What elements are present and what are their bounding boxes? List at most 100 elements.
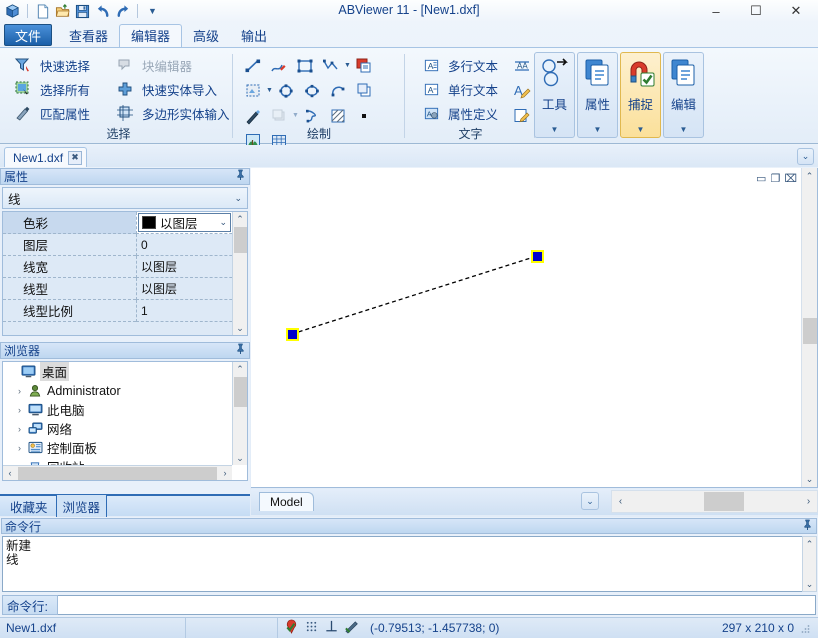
object-type-combo[interactable]: 线 ⌄: [2, 187, 248, 209]
tree-expander[interactable]: ›: [13, 405, 26, 415]
close-button[interactable]: ✕: [776, 1, 816, 22]
pin-icon[interactable]: [802, 519, 813, 534]
circle-icon[interactable]: [273, 78, 299, 103]
osnap-icon[interactable]: [284, 619, 299, 637]
dock-tab-favorites[interactable]: 收藏夹: [4, 495, 54, 518]
tree-node-network[interactable]: › 网络: [3, 419, 247, 438]
tree-expander[interactable]: ›: [13, 424, 26, 434]
ellipse-icon[interactable]: [299, 78, 325, 103]
property-value[interactable]: 0: [136, 234, 247, 256]
arc-icon[interactable]: [325, 78, 351, 103]
match-properties-button[interactable]: 匹配属性: [10, 101, 90, 125]
ribbon-tab-output[interactable]: 输出: [230, 24, 278, 48]
scroll-right-icon[interactable]: ›: [800, 496, 817, 507]
scroll-down-icon[interactable]: ⌄: [236, 321, 244, 335]
text-style-icon[interactable]: AA: [509, 53, 535, 78]
browser-horizontal-scrollbar[interactable]: ‹ ›: [3, 465, 232, 480]
pin-icon[interactable]: [235, 343, 246, 358]
scroll-down-icon[interactable]: ⌄: [233, 451, 247, 465]
scroll-down-icon[interactable]: ⌄: [803, 577, 816, 591]
chevron-down-icon[interactable]: ⌄: [234, 193, 242, 204]
property-value[interactable]: 1: [136, 300, 247, 322]
scrollbar-thumb[interactable]: [803, 318, 817, 344]
tree-node-desktop[interactable]: 桌面: [3, 362, 247, 381]
canvas-vertical-scrollbar[interactable]: ⌃ ⌄: [801, 168, 817, 487]
tree-node-this-pc[interactable]: › 此电脑: [3, 400, 247, 419]
scroll-down-icon[interactable]: ⌄: [802, 471, 817, 487]
line-icon[interactable]: [240, 53, 266, 78]
maximize-button[interactable]: ☐: [736, 1, 776, 22]
command-input[interactable]: [58, 595, 816, 615]
property-value[interactable]: 以图层: [136, 256, 247, 278]
document-tab-menu-button[interactable]: ⌄: [797, 148, 814, 165]
polyline-icon[interactable]: [266, 53, 292, 78]
tree-expander[interactable]: ›: [13, 386, 26, 396]
color-combo[interactable]: 以图层 ⌄: [138, 213, 231, 232]
edit-dropdown-arrow[interactable]: ▼: [680, 125, 688, 134]
grid-snap-icon[interactable]: [304, 619, 319, 637]
pin-icon[interactable]: [235, 169, 246, 184]
scrollbar-thumb[interactable]: [704, 492, 744, 511]
scrollbar-thumb[interactable]: [234, 227, 247, 253]
property-value[interactable]: 以图层: [136, 278, 247, 300]
line-entity[interactable]: [292, 256, 537, 334]
quick-select-button[interactable]: 快速选择: [10, 53, 90, 77]
dock-tab-browser[interactable]: 浏览器: [56, 494, 108, 519]
scroll-left-icon[interactable]: ‹: [3, 468, 17, 478]
properties-dropdown-arrow[interactable]: ▼: [594, 125, 602, 134]
grip-point-start[interactable]: [287, 329, 298, 340]
ribbon-tab-advanced[interactable]: 高级: [182, 24, 230, 48]
property-row-lineweight[interactable]: 线宽 以图层: [3, 256, 247, 278]
scroll-right-icon[interactable]: ›: [218, 468, 232, 478]
browser-vertical-scrollbar[interactable]: ⌃ ⌄: [232, 362, 247, 465]
attribute-definition-button[interactable]: A 属性定义: [418, 101, 498, 125]
edit-button[interactable]: 编辑 ▼: [663, 52, 704, 138]
image-dropdown[interactable]: ▼: [266, 78, 273, 103]
property-row-color[interactable]: 色彩 以图层 ⌄: [3, 212, 247, 234]
spline-dropdown[interactable]: ▼: [344, 53, 351, 78]
grip-point-end[interactable]: [532, 251, 543, 262]
chevron-down-icon[interactable]: ⌄: [219, 217, 227, 228]
close-icon[interactable]: ✖: [68, 151, 82, 165]
tree-node-administrator[interactable]: › Administrator: [3, 381, 247, 400]
property-value[interactable]: 以图层 ⌄: [136, 212, 247, 234]
mdi-close-icon[interactable]: ⌧: [784, 172, 797, 185]
tools-button[interactable]: 工具 ▼: [534, 52, 575, 138]
snap-dropdown-arrow[interactable]: ▼: [637, 125, 645, 134]
block-editor-button[interactable]: 块编辑器: [112, 53, 230, 77]
resize-grip-icon[interactable]: [800, 623, 810, 633]
mdi-restore-icon[interactable]: ❐: [770, 172, 780, 185]
select-all-button[interactable]: 选择所有: [10, 77, 90, 101]
layout-menu-button[interactable]: ⌄: [581, 492, 599, 510]
drawing-canvas[interactable]: ▭ ❐ ⌧ ⌃ ⌄: [251, 168, 818, 488]
scroll-up-icon[interactable]: ⌃: [236, 212, 244, 226]
minimize-button[interactable]: –: [696, 1, 736, 22]
polar-tracking-icon[interactable]: [344, 619, 360, 637]
edit-text-style-icon[interactable]: A: [509, 78, 535, 103]
ortho-icon[interactable]: [324, 619, 339, 637]
layout-tab-model[interactable]: Model: [259, 492, 314, 511]
canvas-horizontal-scrollbar[interactable]: ‹ ›: [611, 490, 818, 513]
mdi-minimize-icon[interactable]: ▭: [756, 172, 766, 185]
tree-node-control-panel[interactable]: › 控制面板: [3, 438, 247, 457]
drawing-surface[interactable]: [251, 168, 802, 487]
command-history-scrollbar[interactable]: ⌃ ⌄: [802, 536, 817, 592]
scroll-up-icon[interactable]: ⌃: [803, 537, 816, 551]
copy-entity-icon[interactable]: [351, 78, 377, 103]
tools-dropdown-arrow[interactable]: ▼: [551, 125, 559, 134]
multiline-text-button[interactable]: A 多行文本: [418, 53, 498, 77]
scroll-left-icon[interactable]: ‹: [612, 496, 629, 507]
document-tab-new1[interactable]: New1.dxf ✖: [4, 147, 87, 167]
ribbon-tab-editor[interactable]: 编辑器: [119, 24, 182, 48]
properties-button[interactable]: 属性 ▼: [577, 52, 618, 138]
property-row-linetype-scale[interactable]: 线型比例 1: [3, 300, 247, 322]
ribbon-tab-file[interactable]: 文件: [4, 24, 52, 46]
snap-button[interactable]: 捕捉 ▼: [620, 52, 661, 138]
rectangle-icon[interactable]: [292, 53, 318, 78]
ribbon-tab-viewer[interactable]: 查看器: [58, 24, 119, 48]
browser-tree[interactable]: 桌面 › Administrator › 此电脑 ›: [2, 361, 248, 481]
image-frame-icon[interactable]: [240, 78, 266, 103]
scrollbar-thumb[interactable]: [18, 467, 217, 480]
scroll-up-icon[interactable]: ⌃: [802, 168, 817, 184]
scrollbar-track[interactable]: [629, 491, 800, 512]
